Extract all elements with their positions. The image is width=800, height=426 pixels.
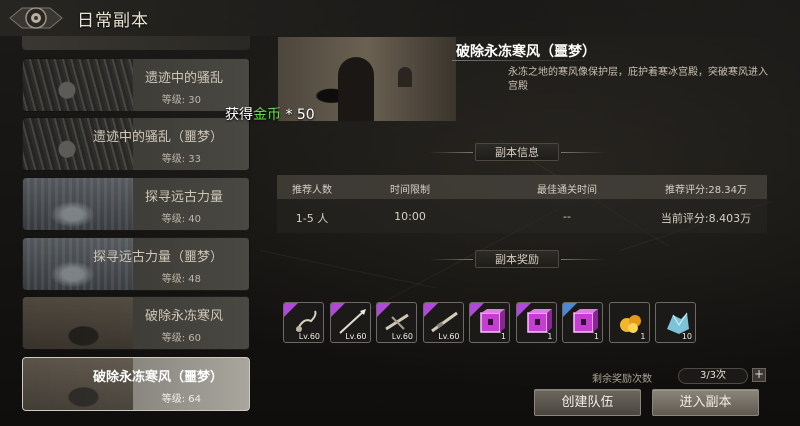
title-divider: [452, 60, 592, 61]
title-bar: 日常副本: [0, 0, 800, 36]
header-recommended-score: 推荐评分:28.34万: [665, 185, 747, 196]
window-title: 日常副本: [77, 11, 149, 31]
dungeon-list-item[interactable]: 探寻远古力量等级: 40: [22, 177, 250, 231]
magic-cube-icon: [573, 309, 598, 333]
reward-item-slot[interactable]: 1: [515, 302, 557, 343]
magic-cube-icon: [480, 309, 505, 333]
reward-item-slot[interactable]: Lv.60: [376, 302, 417, 343]
reward-item-quantity: Lv.60: [298, 332, 320, 341]
emblem-icon: [9, 7, 63, 29]
reward-item-slot[interactable]: 1: [562, 302, 603, 343]
dungeon-level: 等级: 48: [161, 274, 201, 285]
dungeon-list-item[interactable]: 探寻远古力量（噩梦） 等级: 48: [22, 237, 250, 291]
remaining-attempts-label: 剩余奖励次数: [592, 374, 652, 385]
value-best-time: --: [563, 210, 571, 223]
reward-item-quantity: 1: [547, 332, 553, 341]
dungeon-thumbnail: [23, 178, 133, 230]
dungeon-name: 遗迹中的骚乱: [144, 71, 223, 86]
reward-item-slot[interactable]: Lv.60: [329, 302, 371, 343]
gold-ore-icon: [619, 315, 641, 333]
dungeon-level: 等级: 30: [161, 95, 201, 106]
dungeon-thumbnail: [23, 297, 133, 349]
enter-dungeon-button[interactable]: 进入副本: [652, 389, 759, 416]
create-team-button[interactable]: 创建队伍: [534, 389, 641, 416]
info-table-row: 1-5 人 10:00 -- 当前评分:8.403万: [277, 199, 767, 233]
header-best-time: 最佳通关时间: [537, 185, 597, 196]
dungeon-name: 破除永冻寒风（噩梦）: [92, 370, 223, 385]
reward-item-slot[interactable]: 1: [608, 302, 650, 343]
reward-item-quantity: 1: [593, 332, 599, 341]
reward-section-label: 副本奖励: [475, 250, 559, 268]
reward-item-slot[interactable]: 10: [655, 302, 696, 343]
reward-item-quantity: 1: [500, 332, 506, 341]
reward-item-quantity: Lv.60: [438, 332, 460, 341]
info-table-header: 推荐人数 时间限制 最佳通关时间 推荐评分:28.34万: [277, 175, 767, 199]
list-top-edge: [22, 36, 250, 50]
info-section-label: 副本信息: [475, 143, 559, 161]
dungeon-info-table: 推荐人数 时间限制 最佳通关时间 推荐评分:28.34万 1-5 人 10:00…: [277, 175, 767, 233]
header-recommended-players: 推荐人数: [292, 185, 332, 196]
dungeon-list-item[interactable]: 破除永冻寒风（噩梦） 等级: 64: [22, 357, 250, 411]
info-section-header: 副本信息: [421, 143, 613, 161]
dungeon-name: 探寻远古力量（噩梦）: [92, 250, 223, 265]
crossbow-icon: [385, 313, 409, 331]
dungeon-level: 等级: 40: [161, 214, 201, 225]
gold-reward-note: 获得金币 * 50: [225, 107, 315, 123]
dungeon-title: 破除永冻寒风（噩梦）: [456, 44, 596, 60]
crystal-ore-icon: [667, 312, 689, 334]
header-time-limit: 时间限制: [390, 185, 430, 196]
dungeon-level: 等级: 33: [161, 154, 201, 165]
remaining-attempts-value: 3/3次: [678, 368, 748, 384]
reward-item-quantity: 1: [640, 332, 646, 341]
dungeon-list-item[interactable]: 破除永冻寒风等级: 60: [22, 296, 250, 350]
value-current-score: 当前评分:8.403万: [660, 212, 752, 225]
dungeon-level: 等级: 64: [161, 394, 201, 405]
value-players: 1-5 人: [295, 212, 329, 225]
magic-cube-icon: [526, 309, 552, 333]
reward-item-slot[interactable]: 1: [469, 302, 510, 343]
dungeon-name: 遗迹中的骚乱（噩梦）: [92, 130, 223, 145]
dungeon-list-item[interactable]: 遗迹中的骚乱等级: 30: [22, 58, 250, 112]
reward-item-slot[interactable]: Lv.60: [422, 302, 464, 343]
spear-icon: [338, 309, 366, 334]
dungeon-list-item[interactable]: 遗迹中的骚乱（噩梦） 等级: 33: [22, 117, 250, 171]
reward-item-slot[interactable]: Lv.60: [283, 302, 324, 343]
dungeon-name: 破除永冻寒风: [144, 309, 223, 324]
reward-item-quantity: Lv.60: [391, 332, 413, 341]
scorpion-icon: [296, 310, 317, 332]
dungeon-thumbnail: [23, 59, 133, 111]
add-attempts-button[interactable]: +: [752, 368, 766, 382]
reward-item-quantity: 10: [681, 332, 692, 341]
dungeon-level: 等级: 60: [161, 333, 201, 344]
rifle-icon: [430, 311, 458, 333]
value-time-limit: 10:00: [394, 210, 426, 223]
reward-item-quantity: Lv.60: [345, 332, 367, 341]
dungeon-name: 探寻远古力量: [144, 190, 223, 205]
reward-section-header: 副本奖励: [421, 250, 613, 268]
dungeon-description: 永冻之地的寒风像保护层，庇护着寒冰宫殿，突破寒风进入宫殿: [508, 67, 768, 92]
